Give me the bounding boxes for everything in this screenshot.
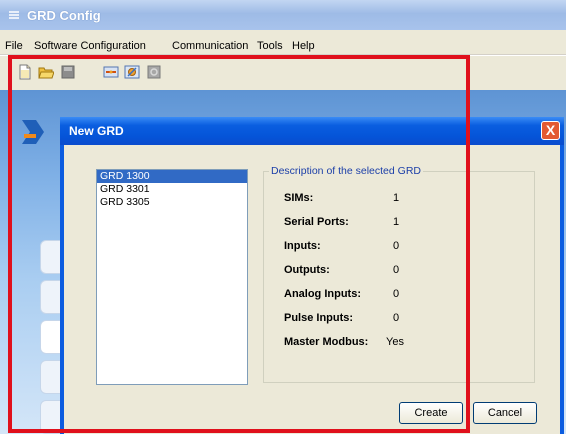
menu-bar: File Software Configuration Communicatio…	[0, 30, 566, 55]
dialog-body: GRD 1300 GRD 3301 GRD 3305 Description o…	[64, 145, 560, 434]
property-label: Inputs:	[284, 240, 321, 252]
close-button[interactable]: X	[541, 121, 560, 140]
main-title-bar: GRD Config	[0, 0, 566, 30]
save-icon[interactable]	[60, 64, 76, 80]
property-label: Analog Inputs:	[284, 288, 361, 300]
cancel-button[interactable]: Cancel	[473, 402, 537, 424]
connect-icon[interactable]	[103, 64, 119, 80]
app-title: GRD Config	[27, 8, 101, 23]
create-button[interactable]: Create	[399, 402, 463, 424]
new-grd-dialog: New GRD X GRD 1300 GRD 3301 GRD 3305 Des…	[60, 117, 564, 434]
property-label: Master Modbus:	[284, 336, 369, 348]
property-value: 0	[393, 312, 400, 324]
menu-software-configuration[interactable]: Software Configuration	[34, 40, 146, 52]
property-value: 1	[393, 192, 400, 204]
toolbar	[0, 55, 566, 91]
property-label: Serial Ports:	[284, 216, 349, 228]
list-item[interactable]: GRD 1300	[97, 170, 247, 183]
refresh-icon[interactable]	[146, 64, 162, 80]
configure-icon[interactable]	[124, 64, 140, 80]
menu-help[interactable]: Help	[292, 40, 315, 52]
open-folder-icon[interactable]	[38, 64, 54, 80]
property-value: 0	[393, 288, 400, 300]
menu-communication[interactable]: Communication	[172, 40, 248, 52]
dialog-title-bar: New GRD X	[60, 117, 564, 145]
description-title: Description of the selected GRD	[269, 165, 423, 177]
property-label: Pulse Inputs:	[284, 312, 354, 324]
dialog-title: New GRD	[69, 124, 124, 138]
property-label: SIMs:	[284, 192, 314, 204]
property-value: Yes	[386, 336, 404, 348]
grd-model-list[interactable]: GRD 1300 GRD 3301 GRD 3305	[96, 169, 248, 385]
property-label: Outputs:	[284, 264, 330, 276]
list-item[interactable]: GRD 3301	[97, 183, 247, 196]
logo-icon	[22, 120, 44, 144]
menu-file[interactable]: File	[5, 40, 23, 52]
property-value: 1	[393, 216, 400, 228]
menu-tools[interactable]: Tools	[257, 40, 283, 52]
new-file-icon[interactable]	[17, 64, 33, 80]
list-item[interactable]: GRD 3305	[97, 196, 247, 209]
app-icon	[9, 11, 19, 19]
property-value: 0	[393, 264, 400, 276]
description-group: Description of the selected GRD SIMs: 1 …	[263, 165, 535, 383]
property-value: 0	[393, 240, 400, 252]
